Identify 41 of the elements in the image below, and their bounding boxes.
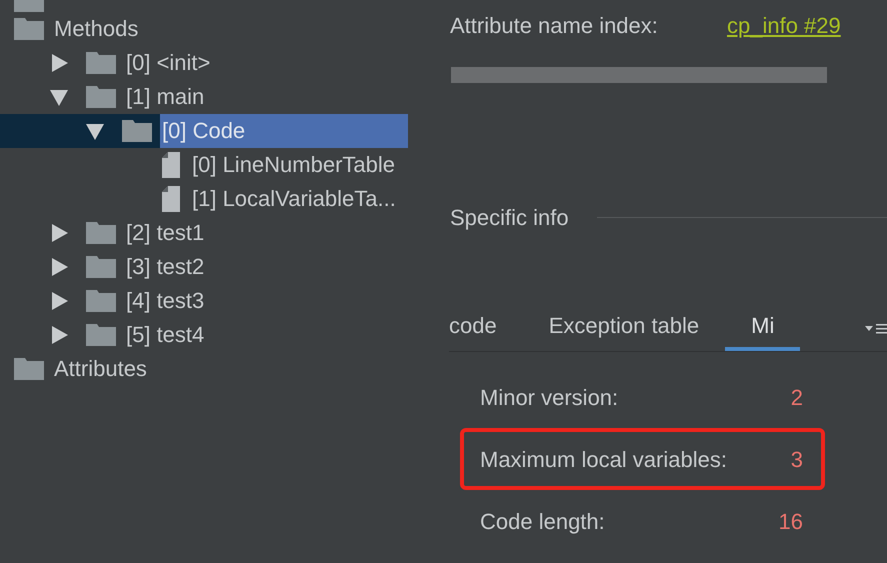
field-value: 16: [778, 508, 803, 536]
collapsed-arrow-icon[interactable]: [50, 326, 68, 344]
tree-item[interactable]: [5] test4: [124, 318, 204, 352]
tree-item[interactable]: [2] test1: [124, 216, 204, 250]
folder-icon: [14, 18, 44, 40]
field-value: 3: [790, 446, 803, 474]
collapsed-arrow-icon[interactable]: [50, 292, 68, 310]
tree-item[interactable]: [0] LineNumberTable: [190, 148, 396, 182]
tree-item[interactable]: [0] Code: [160, 114, 408, 148]
field-label: Minor version:: [480, 384, 620, 412]
tree-item[interactable]: [1] main: [124, 80, 204, 114]
folder-icon: [86, 222, 116, 244]
folder-icon: [86, 290, 116, 312]
field-value: 2: [790, 384, 803, 412]
tab[interactable]: Exception table: [522, 304, 726, 351]
tree-item[interactable]: [0] <init>: [124, 46, 210, 80]
tab[interactable]: Mi: [725, 304, 800, 351]
folder-icon: [86, 52, 116, 74]
tree-item[interactable]: Attributes: [52, 352, 147, 386]
tab[interactable]: code: [449, 304, 523, 351]
file-icon: [162, 152, 180, 178]
folder-icon: [122, 120, 152, 142]
tree-item[interactable]: [3] test2: [124, 250, 204, 284]
cp-info-link[interactable]: cp_info #29: [727, 8, 841, 42]
expanded-arrow-icon[interactable]: [50, 88, 68, 106]
collapsed-arrow-icon[interactable]: [50, 224, 68, 242]
section-title: Specific info: [450, 204, 569, 232]
attribute-label: Attribute name index:: [450, 12, 659, 40]
file-icon: [162, 186, 180, 212]
field-label: Code length:: [480, 508, 606, 536]
tree-item[interactable]: Methods: [52, 12, 138, 46]
tree-item[interactable]: [4] test3: [124, 284, 204, 318]
folder-icon: [14, 358, 44, 380]
tree-item[interactable]: [1] LocalVariableTa...: [190, 182, 396, 216]
folder-icon: [86, 324, 116, 346]
collapsed-arrow-icon[interactable]: [50, 258, 68, 276]
folder-icon: [86, 256, 116, 278]
collapsed-arrow-icon[interactable]: [50, 54, 68, 72]
folder-icon: [86, 86, 116, 108]
field-label: Maximum local variables:: [480, 446, 728, 474]
expanded-arrow-icon[interactable]: [86, 122, 104, 140]
